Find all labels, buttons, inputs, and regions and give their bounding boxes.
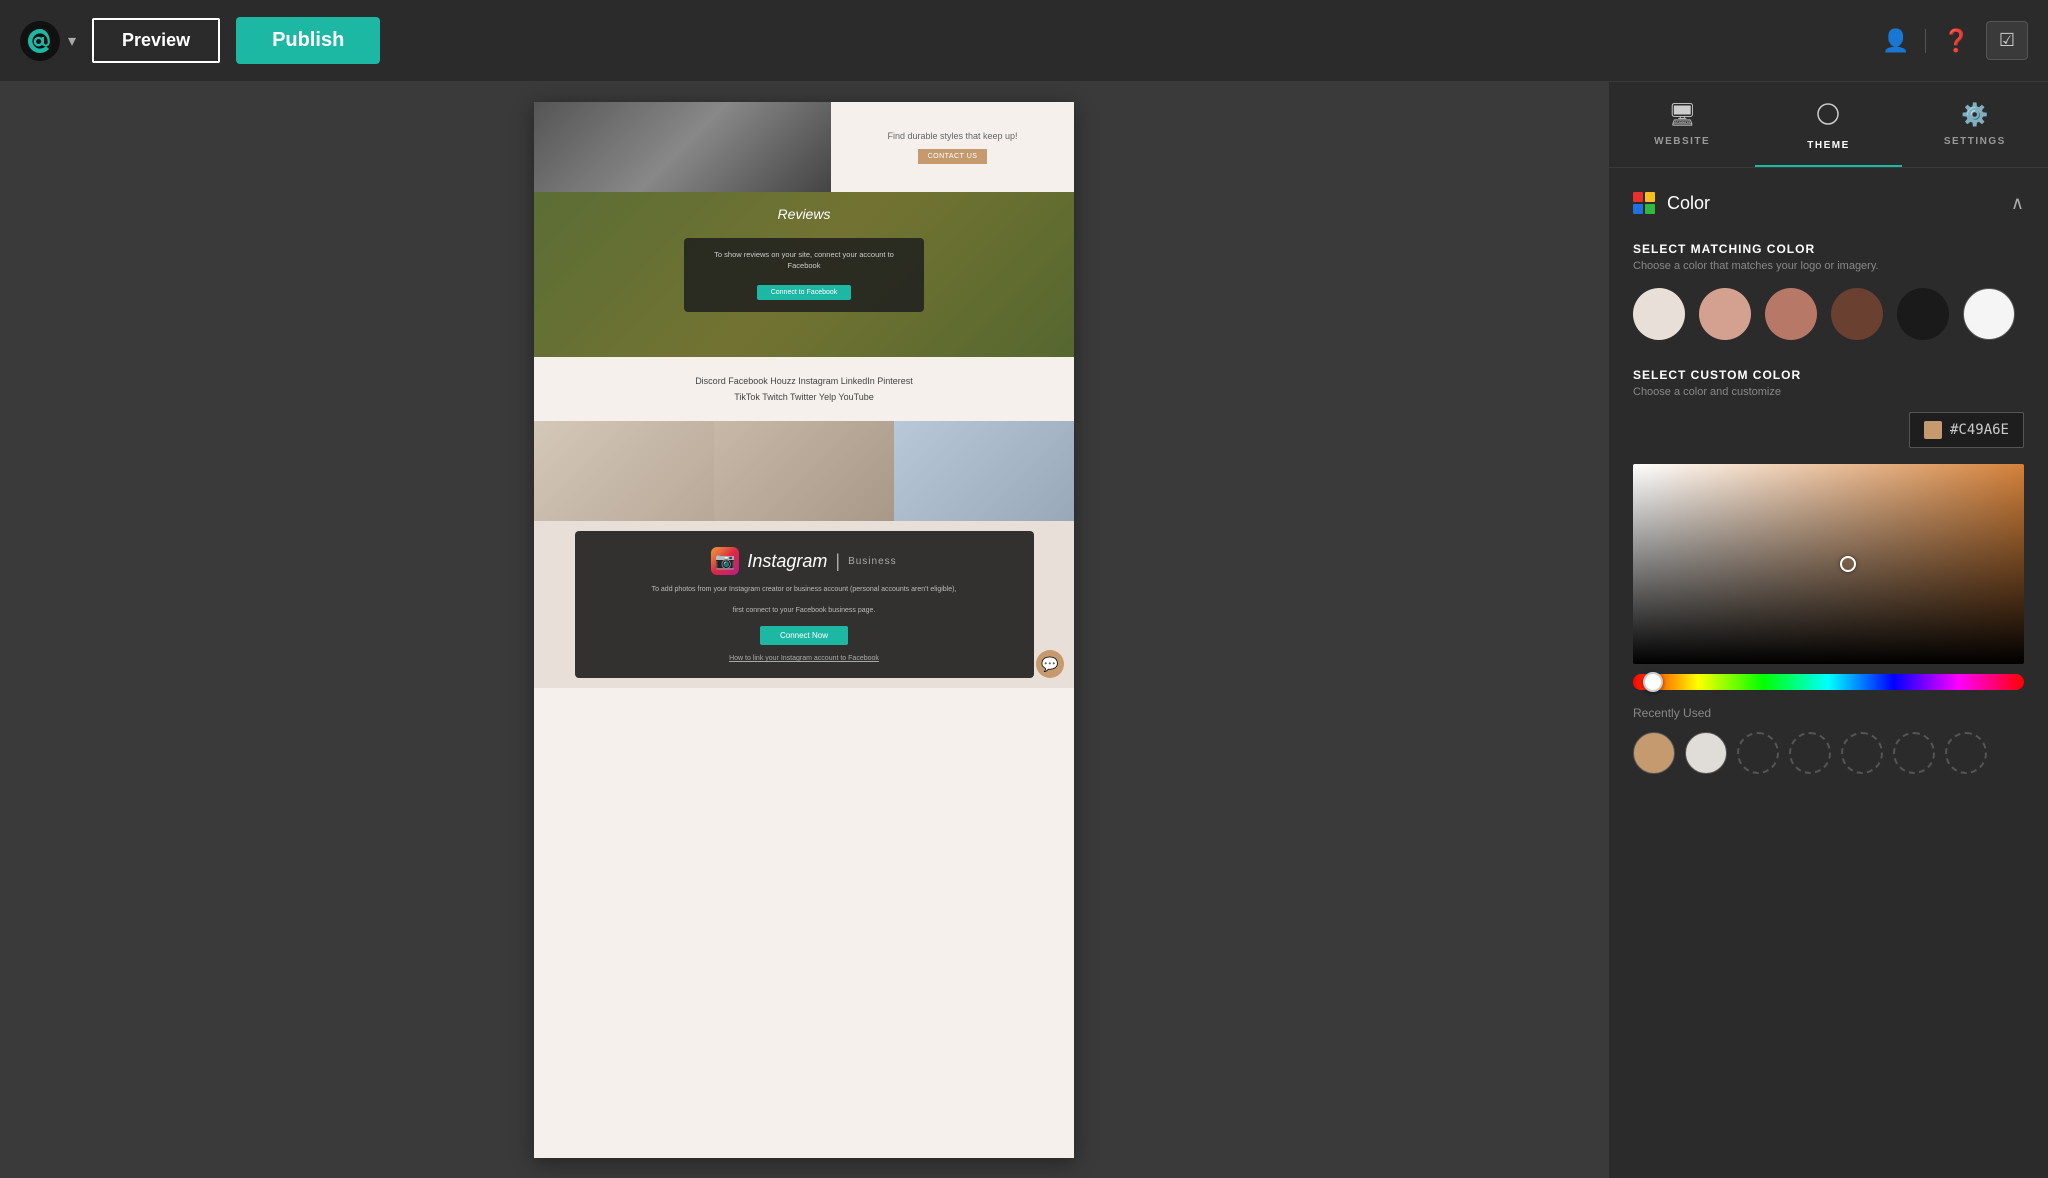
select-custom-color-block: SELECT CUSTOM COLOR Choose a color and c… bbox=[1633, 368, 2024, 774]
publish-button[interactable]: Publish bbox=[236, 17, 380, 64]
panel-tabs: 🖥 WEBSITE THEME ⚙️ SETTINGS bbox=[1609, 82, 2048, 168]
hue-slider-thumb bbox=[1643, 672, 1663, 692]
matching-swatch-4[interactable] bbox=[1897, 288, 1949, 340]
matching-swatch-3[interactable] bbox=[1831, 288, 1883, 340]
tab-theme[interactable]: THEME bbox=[1755, 102, 1901, 167]
hue-slider-track[interactable] bbox=[1633, 674, 2024, 690]
preview-reviews-card: To show reviews on your site, connect yo… bbox=[684, 238, 924, 312]
color-cell-yellow bbox=[1645, 192, 1655, 202]
color-cell-red bbox=[1633, 192, 1643, 202]
settings-tab-icon: ⚙️ bbox=[1961, 102, 1988, 128]
select-custom-sub: Choose a color and customize bbox=[1633, 386, 2024, 398]
preview-insta-photo-3 bbox=[894, 421, 1074, 521]
color-section: Color ∧ SELECT MATCHING COLOR Choose a c… bbox=[1609, 168, 2048, 798]
help-icon[interactable]: ❓ bbox=[1942, 28, 1969, 54]
preview-instagram-brand: 📷 Instagram | Business bbox=[711, 547, 896, 575]
color-section-collapse-button[interactable]: ∧ bbox=[2011, 193, 2024, 214]
preview-instagram-desc1: To add photos from your Instagram creato… bbox=[652, 585, 957, 596]
preview-instagram-photos bbox=[534, 421, 1074, 521]
logo-area: ▾ bbox=[20, 21, 76, 61]
logo-dropdown-chevron[interactable]: ▾ bbox=[68, 31, 76, 51]
color-picker-area bbox=[1633, 464, 2024, 690]
color-grid-icon bbox=[1633, 192, 1655, 214]
color-title-area: Color bbox=[1633, 192, 1710, 214]
preview-reviews-title: Reviews bbox=[778, 206, 831, 222]
website-tab-label: WEBSITE bbox=[1654, 136, 1710, 147]
color-cell-green bbox=[1645, 204, 1655, 214]
color-cell-blue bbox=[1633, 204, 1643, 214]
canvas-area[interactable]: Find durable styles that keep up! CONTAC… bbox=[0, 82, 1608, 1178]
recent-swatch-4[interactable] bbox=[1841, 732, 1883, 774]
color-section-header: Color ∧ bbox=[1633, 192, 2024, 214]
preview-reviews-overlay: Reviews To show reviews on your site, co… bbox=[534, 192, 1074, 357]
preview-hero-content: Find durable styles that keep up! CONTAC… bbox=[831, 102, 1074, 192]
preview-reviews-card-text: To show reviews on your site, connect yo… bbox=[704, 250, 904, 271]
color-gradient-box[interactable] bbox=[1633, 464, 2024, 664]
select-matching-sub: Choose a color that matches your logo or… bbox=[1633, 260, 2024, 272]
select-matching-label: SELECT MATCHING COLOR bbox=[1633, 242, 2024, 256]
custom-color-hex-text: #C49A6E bbox=[1950, 422, 2009, 438]
recent-swatch-3[interactable] bbox=[1789, 732, 1831, 774]
godaddy-logo-icon bbox=[20, 21, 60, 61]
recently-used-label: Recently Used bbox=[1633, 706, 2024, 720]
preview-instagram-card: 📷 Instagram | Business To add photos fro… bbox=[575, 531, 1034, 678]
website-preview: Find durable styles that keep up! CONTAC… bbox=[534, 102, 1074, 1158]
matching-swatch-1[interactable] bbox=[1699, 288, 1751, 340]
preview-button[interactable]: Preview bbox=[92, 18, 220, 63]
select-matching-color-block: SELECT MATCHING COLOR Choose a color tha… bbox=[1633, 242, 2024, 340]
color-section-title: Color bbox=[1667, 193, 1710, 214]
preview-insta-photo-1 bbox=[534, 421, 714, 521]
preview-connect-now-button[interactable]: Connect Now bbox=[760, 626, 848, 645]
recent-swatch-0[interactable] bbox=[1633, 732, 1675, 774]
matching-swatch-0[interactable] bbox=[1633, 288, 1685, 340]
theme-tab-label: THEME bbox=[1807, 140, 1850, 151]
color-picker-cursor bbox=[1840, 556, 1856, 572]
recent-swatch-5[interactable] bbox=[1893, 732, 1935, 774]
preview-social-links: Discord Facebook Houzz Instagram LinkedI… bbox=[534, 357, 1074, 421]
preview-chat-button[interactable]: 💬 bbox=[1036, 650, 1064, 678]
preview-instagram-name: Instagram bbox=[747, 551, 827, 572]
preview-instagram-desc2: first connect to your Facebook business … bbox=[733, 606, 876, 617]
topbar-right-icons: 👤 ❓ ☑ bbox=[1882, 21, 2028, 60]
recent-swatch-6[interactable] bbox=[1945, 732, 1987, 774]
custom-color-swatch bbox=[1924, 421, 1942, 439]
preview-contact-button[interactable]: CONTACT US bbox=[918, 149, 988, 164]
preview-reviews-section: Reviews To show reviews on your site, co… bbox=[534, 192, 1074, 357]
tab-website[interactable]: 🖥 WEBSITE bbox=[1609, 102, 1755, 167]
preview-hero-image bbox=[534, 102, 831, 192]
custom-color-hex-box[interactable]: #C49A6E bbox=[1909, 412, 2024, 448]
preview-hero-text: Find durable styles that keep up! bbox=[887, 131, 1017, 141]
instagram-logo-icon: 📷 bbox=[711, 547, 739, 575]
preview-insta-photo-2 bbox=[714, 421, 894, 521]
preview-social-row1: Discord Facebook Houzz Instagram LinkedI… bbox=[550, 373, 1058, 389]
custom-color-row: #C49A6E bbox=[1633, 412, 2024, 448]
preview-hero-section: Find durable styles that keep up! CONTAC… bbox=[534, 102, 1074, 192]
preview-connect-facebook-button[interactable]: Connect to Facebook bbox=[757, 285, 852, 300]
preview-instagram-link[interactable]: How to link your Instagram account to Fa… bbox=[729, 655, 879, 662]
recently-used-swatches bbox=[1633, 732, 2024, 774]
topbar-divider bbox=[1925, 29, 1926, 53]
matching-color-swatches bbox=[1633, 288, 2024, 340]
user-icon[interactable]: 👤 bbox=[1882, 28, 1909, 54]
settings-tab-label: SETTINGS bbox=[1944, 136, 2006, 147]
preview-instagram-section: 📷 Instagram | Business To add photos fro… bbox=[534, 421, 1074, 688]
preview-social-row2: TikTok Twitch Twitter Yelp YouTube bbox=[550, 389, 1058, 405]
select-custom-label: SELECT CUSTOM COLOR bbox=[1633, 368, 2024, 382]
topbar: ▾ Preview Publish 👤 ❓ ☑ bbox=[0, 0, 2048, 82]
right-panel: 🖥 WEBSITE THEME ⚙️ SETTINGS bbox=[1608, 82, 2048, 1178]
matching-swatch-2[interactable] bbox=[1765, 288, 1817, 340]
main-layout: Find durable styles that keep up! CONTAC… bbox=[0, 82, 2048, 1178]
recent-swatch-2[interactable] bbox=[1737, 732, 1779, 774]
recent-swatch-1[interactable] bbox=[1685, 732, 1727, 774]
matching-swatch-5[interactable] bbox=[1963, 288, 2015, 340]
preview-instagram-business: Business bbox=[848, 556, 897, 567]
checklist-button[interactable]: ☑ bbox=[1986, 21, 2028, 60]
theme-tab-icon bbox=[1816, 102, 1840, 132]
preview-instagram-sep: | bbox=[835, 551, 840, 572]
tab-settings[interactable]: ⚙️ SETTINGS bbox=[1902, 102, 2048, 167]
website-tab-icon: 🖥 bbox=[1668, 102, 1696, 128]
